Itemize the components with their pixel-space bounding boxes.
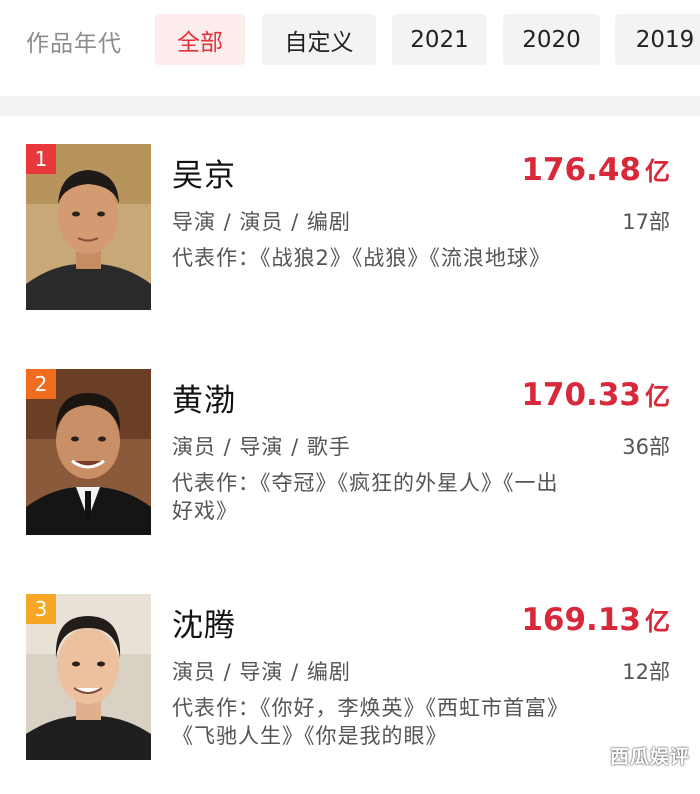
watermark: 西瓜娱评 (609, 746, 690, 768)
box-office-unit: 亿 (644, 157, 670, 186)
film-count: 36部 (622, 435, 670, 459)
avatar: 2 (26, 369, 151, 535)
film-count: 12部 (622, 660, 670, 684)
filter-label: 作品年代 (26, 31, 122, 57)
box-office-unit: 亿 (644, 382, 670, 411)
artist-name[interactable]: 黄渤 (172, 375, 236, 420)
ranking-row[interactable]: 2 黄渤 170.33 亿 演员 / 导演 / 歌手 36部 代表作：《夺冠》《疯… (0, 369, 700, 569)
avatar: 1 (26, 144, 151, 310)
box-office-total: 169.13 亿 (521, 602, 670, 638)
rank-badge: 3 (26, 594, 56, 624)
ranking-row[interactable]: 3 沈腾 169.13 亿 演员 / 导演 / 编剧 12部 代表作：《你好，李焕… (0, 594, 700, 794)
box-office-total: 170.33 亿 (521, 377, 670, 413)
filter-chip-all[interactable]: 全部 (155, 14, 245, 65)
year-filter-bar: 作品年代 全部 自定义 2021 2020 2019 (0, 0, 700, 96)
representative-works: 代表作：《战狼2》《战狼》《流浪地球》 (172, 246, 551, 270)
film-count: 17部 (622, 210, 670, 234)
avatar: 3 (26, 594, 151, 760)
rank-badge: 1 (26, 144, 56, 174)
section-divider (0, 96, 700, 116)
box-office-value: 169.13 (521, 602, 641, 638)
ranking-row[interactable]: 1 吴京 176.48 亿 导演 / 演员 / 编剧 17部 代表作：《战狼2》《… (0, 144, 700, 344)
representative-works: 代表作：《夺冠》《疯狂的外星人》《一出好戏》 (172, 471, 559, 523)
filter-chip-2021[interactable]: 2021 (392, 14, 487, 65)
artist-name[interactable]: 吴京 (172, 150, 236, 195)
artist-roles: 导演 / 演员 / 编剧 (172, 210, 351, 234)
representative-works: 代表作：《你好，李焕英》《西虹市首富》《飞驰人生》《你是我的眼》 (172, 696, 569, 748)
box-office-unit: 亿 (644, 607, 670, 636)
artist-roles: 演员 / 导演 / 歌手 (172, 435, 351, 459)
artist-roles: 演员 / 导演 / 编剧 (172, 660, 351, 684)
box-office-total: 176.48 亿 (521, 152, 670, 188)
box-office-value: 170.33 (521, 377, 641, 413)
box-office-value: 176.48 (521, 152, 641, 188)
artist-name[interactable]: 沈腾 (172, 600, 236, 645)
filter-chip-2020[interactable]: 2020 (503, 14, 600, 65)
filter-chip-custom[interactable]: 自定义 (262, 14, 376, 65)
filter-chip-2019[interactable]: 2019 (615, 14, 700, 65)
rank-badge: 2 (26, 369, 56, 399)
